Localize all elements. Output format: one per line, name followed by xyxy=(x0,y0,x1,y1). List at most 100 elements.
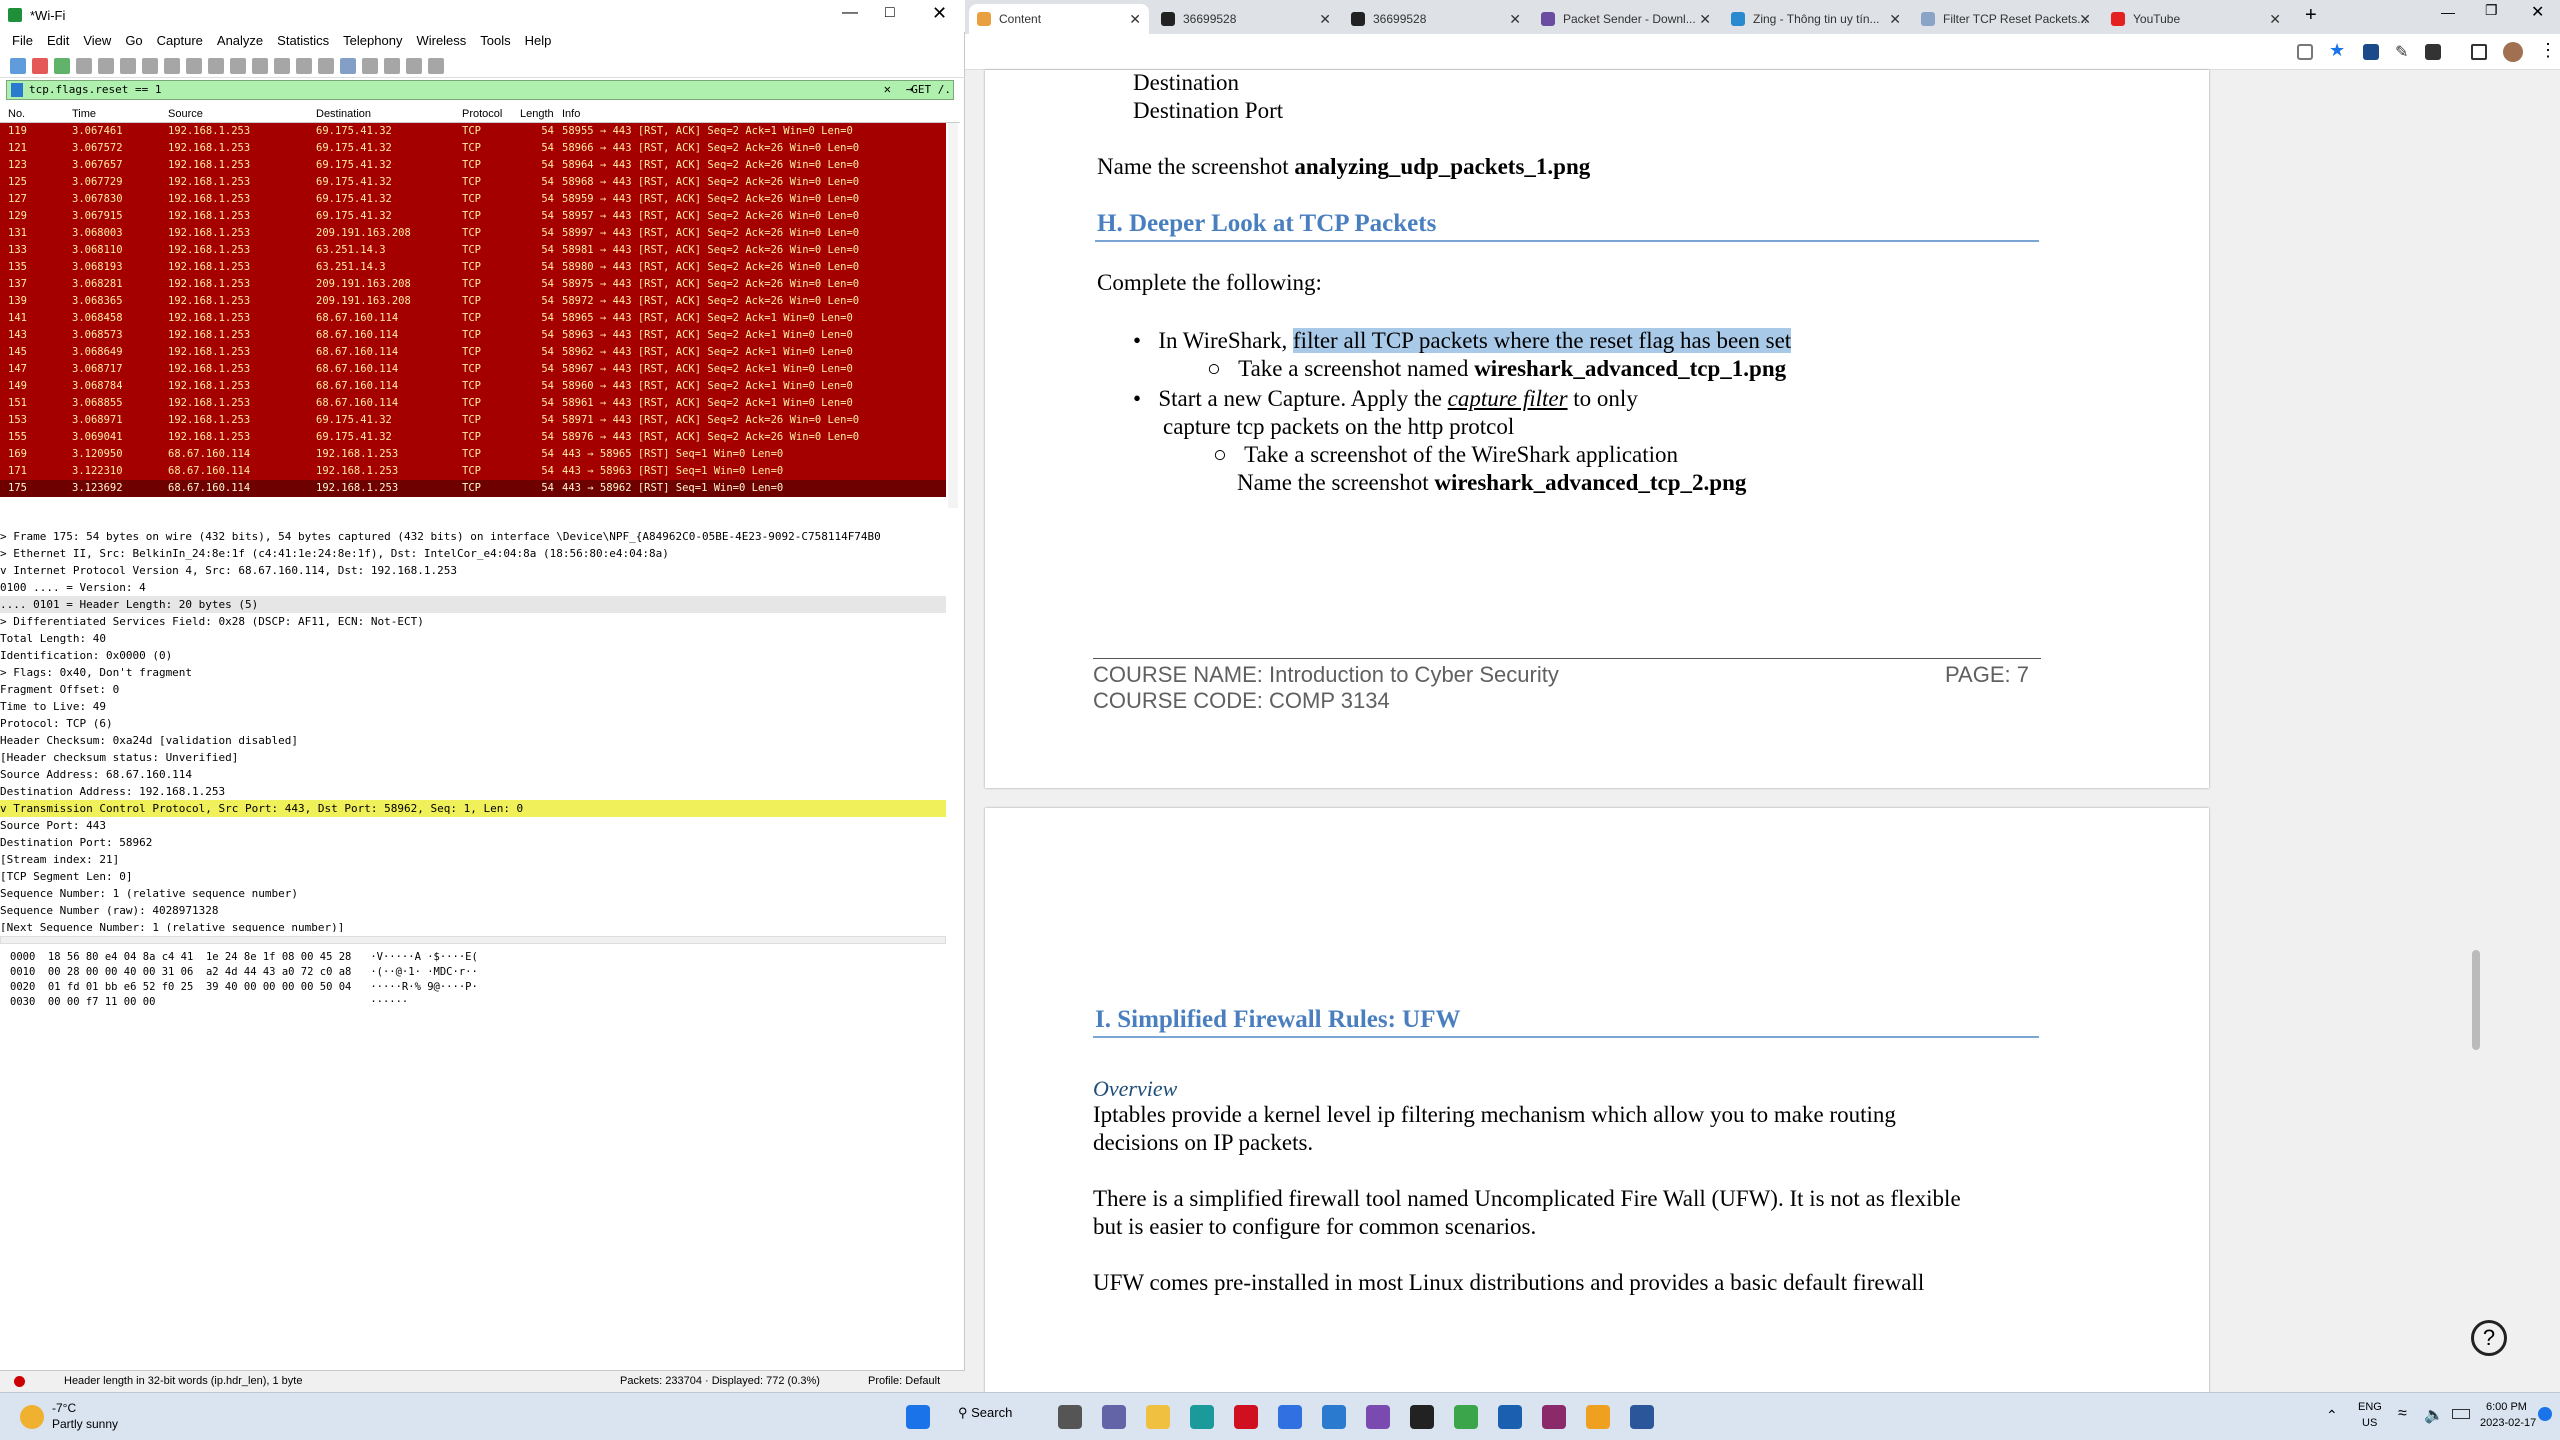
tab-content[interactable]: Content ✕ xyxy=(969,4,1149,34)
pdf-viewer[interactable]: Destination Destination Port Name the sc… xyxy=(965,70,2560,1408)
vscode-icon[interactable] xyxy=(1322,1405,1346,1429)
menu-statistics[interactable]: Statistics xyxy=(270,32,336,50)
file-explorer-icon[interactable] xyxy=(1146,1405,1170,1429)
sidebar-icon[interactable] xyxy=(2471,44,2487,60)
start-icon[interactable] xyxy=(906,1405,930,1429)
tab-close-icon[interactable]: ✕ xyxy=(2269,4,2281,34)
restart-capture-icon[interactable] xyxy=(54,57,70,74)
tab-blackboard-2[interactable]: 36699528 ✕ xyxy=(1343,4,1529,34)
battery-icon[interactable] xyxy=(2452,1409,2470,1419)
extension-icon[interactable] xyxy=(2363,44,2379,60)
opera-icon[interactable] xyxy=(1234,1405,1258,1429)
go-back-icon[interactable] xyxy=(208,57,224,74)
stop-capture-icon[interactable] xyxy=(32,57,48,74)
lang-eng[interactable]: ENG xyxy=(2358,1401,2382,1413)
edge-icon[interactable] xyxy=(1190,1405,1214,1429)
packet-row[interactable]: 131 3.068003 192.168.1.253 209.191.163.208 T… xyxy=(0,225,946,242)
detail-row[interactable]: Protocol: TCP (6) xyxy=(0,715,946,732)
detail-row[interactable]: v Internet Protocol Version 4, Src: 68.6… xyxy=(0,562,946,579)
zoom-in-icon[interactable] xyxy=(362,57,378,74)
menu-file[interactable]: File xyxy=(5,32,40,50)
filter-expression-label[interactable]: GET /. xyxy=(911,83,951,96)
wifi-icon[interactable]: ≈ xyxy=(2398,1405,2407,1423)
visual-studio-icon[interactable] xyxy=(1366,1405,1390,1429)
filter-bookmark-icon[interactable] xyxy=(11,83,23,97)
share-icon[interactable] xyxy=(2297,44,2313,60)
packet-row[interactable]: 147 3.068717 192.168.1.253 68.67.160.114 TCP… xyxy=(0,361,946,378)
reload-icon[interactable] xyxy=(164,57,180,74)
lang-us[interactable]: US xyxy=(2362,1417,2377,1429)
detail-row[interactable]: > Frame 175: 54 bytes on wire (432 bits)… xyxy=(0,528,946,545)
packet-row[interactable]: 171 3.122310 68.67.160.114 192.168.1.253 TCP… xyxy=(0,463,946,480)
tab-close-icon[interactable]: ✕ xyxy=(1129,4,1141,34)
tab-close-icon[interactable]: ✕ xyxy=(1509,4,1521,34)
tab-close-icon[interactable]: ✕ xyxy=(1889,4,1901,34)
detail-row[interactable]: [Stream index: 21] xyxy=(0,851,946,868)
teams-icon[interactable] xyxy=(1102,1405,1126,1429)
filter-clear-icon[interactable]: ✕ xyxy=(884,82,891,96)
packet-row[interactable]: 155 3.069041 192.168.1.253 69.175.41.32 TCP 5… xyxy=(0,429,946,446)
menu-analyze[interactable]: Analyze xyxy=(210,32,270,50)
avatar[interactable] xyxy=(2503,42,2523,62)
app-icon[interactable] xyxy=(1542,1405,1566,1429)
packet-row[interactable]: 127 3.067830 192.168.1.253 69.175.41.32 TCP 5… xyxy=(0,191,946,208)
packet-row[interactable]: 121 3.067572 192.168.1.253 69.175.41.32 TCP 5… xyxy=(0,140,946,157)
packet-sender-icon[interactable] xyxy=(1586,1405,1610,1429)
menu-view[interactable]: View xyxy=(76,32,118,50)
wireshark-icon[interactable] xyxy=(1498,1405,1522,1429)
hex-row[interactable]: 0010 00 28 00 00 40 00 31 06 a2 4d 44 43… xyxy=(0,965,946,980)
detail-row[interactable]: [Next Sequence Number: 1 (relative seque… xyxy=(0,919,946,932)
packet-row[interactable]: 123 3.067657 192.168.1.253 69.175.41.32 TCP 5… xyxy=(0,157,946,174)
display-filter-input[interactable]: tcp.flags.reset == 1 ✕ → GET /. xyxy=(6,80,954,100)
packet-list[interactable]: 119 3.067461 192.168.1.253 69.175.41.32 TCP 5… xyxy=(0,123,946,508)
packet-details-pane[interactable]: > Frame 175: 54 bytes on wire (432 bits)… xyxy=(0,528,946,932)
terminal-icon[interactable] xyxy=(1410,1405,1434,1429)
detail-row[interactable]: Destination Address: 192.168.1.253 xyxy=(0,783,946,800)
puzzle-icon[interactable] xyxy=(2425,44,2441,60)
word-icon[interactable] xyxy=(1630,1405,1654,1429)
menu-telephony[interactable]: Telephony xyxy=(336,32,409,50)
viewer-scrollbar[interactable] xyxy=(2470,70,2482,1390)
packet-row[interactable]: 139 3.068365 192.168.1.253 209.191.163.208 T… xyxy=(0,293,946,310)
chrome-icon[interactable] xyxy=(1454,1405,1478,1429)
find-packet-icon[interactable] xyxy=(186,57,202,74)
packet-row[interactable]: 129 3.067915 192.168.1.253 69.175.41.32 TCP 5… xyxy=(0,208,946,225)
tab-blackboard-1[interactable]: 36699528 ✕ xyxy=(1153,4,1339,34)
notification-icon[interactable] xyxy=(2538,1407,2552,1421)
menu-edit[interactable]: Edit xyxy=(40,32,76,50)
col-time[interactable]: Time xyxy=(72,108,96,120)
packet-row[interactable]: 145 3.068649 192.168.1.253 68.67.160.114 TCP… xyxy=(0,344,946,361)
menu-tools[interactable]: Tools xyxy=(473,32,517,50)
go-forward-icon[interactable] xyxy=(230,57,246,74)
bookmark-star-icon[interactable]: ★ xyxy=(2329,40,2345,61)
save-file-icon[interactable] xyxy=(120,57,136,74)
browser-close-button[interactable]: ✕ xyxy=(2531,2,2544,22)
packet-row[interactable]: 175 3.123692 68.67.160.114 192.168.1.253 TCP… xyxy=(0,480,946,497)
packet-row[interactable]: 149 3.068784 192.168.1.253 68.67.160.114 TCP… xyxy=(0,378,946,395)
tab-youtube[interactable]: YouTube ✕ xyxy=(2103,4,2289,34)
tab-close-icon[interactable]: ✕ xyxy=(1699,4,1711,34)
open-file-icon[interactable] xyxy=(98,57,114,74)
menu-help[interactable]: Help xyxy=(518,32,559,50)
detail-row[interactable]: Total Length: 40 xyxy=(0,630,946,647)
packet-row[interactable]: 151 3.068855 192.168.1.253 68.67.160.114 TCP… xyxy=(0,395,946,412)
detail-row[interactable]: Sequence Number: 1 (relative sequence nu… xyxy=(0,885,946,902)
weather-icon[interactable] xyxy=(20,1405,44,1429)
autoscroll-icon[interactable] xyxy=(318,57,334,74)
last-packet-icon[interactable] xyxy=(296,57,312,74)
browser-minimize-button[interactable]: — xyxy=(2441,4,2455,20)
col-source[interactable]: Source xyxy=(168,108,203,120)
tab-close-icon[interactable]: ✕ xyxy=(2079,4,2091,34)
detail-row[interactable]: [TCP Segment Len: 0] xyxy=(0,868,946,885)
new-tab-icon[interactable]: + xyxy=(2305,4,2317,27)
col-info[interactable]: Info xyxy=(562,108,580,120)
col-protocol[interactable]: Protocol xyxy=(462,108,502,120)
expert-info-icon[interactable] xyxy=(14,1376,25,1387)
clock-date[interactable]: 2023-02-17 xyxy=(2480,1417,2536,1429)
go-to-packet-icon[interactable] xyxy=(252,57,268,74)
volume-icon[interactable]: 🔈 xyxy=(2424,1405,2444,1425)
detail-row[interactable]: Source Port: 443 xyxy=(0,817,946,834)
menu-wireless[interactable]: Wireless xyxy=(409,32,473,50)
tab-zing[interactable]: Zing - Thông tin uy tín... ✕ xyxy=(1723,4,1909,34)
menu-capture[interactable]: Capture xyxy=(150,32,210,50)
